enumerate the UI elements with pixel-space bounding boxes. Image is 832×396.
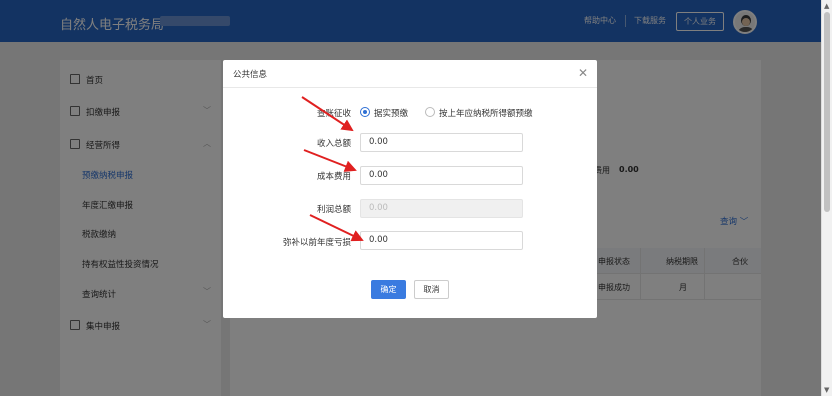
income-total-input[interactable]: 0.00 xyxy=(360,133,523,152)
cost-expense-input[interactable]: 0.00 xyxy=(360,166,523,185)
radio-actual-prepay-label[interactable]: 据实预缴 xyxy=(374,107,408,119)
scroll-up-icon[interactable]: ▲ xyxy=(824,2,829,10)
close-icon[interactable]: ✕ xyxy=(578,66,588,80)
loss-offset-label: 弥补以前年度亏损 xyxy=(282,238,351,248)
profit-total-label: 利润总额 xyxy=(316,205,351,215)
radio-last-year-prepay[interactable] xyxy=(425,107,435,117)
dialog-divider xyxy=(223,87,597,88)
scrollbar-thumb[interactable] xyxy=(824,12,830,212)
loss-offset-input[interactable]: 0.00 xyxy=(360,231,523,250)
income-total-label: 收入总额 xyxy=(316,139,351,149)
levy-method-label: 查账征收 xyxy=(316,109,351,119)
page-scrollbar[interactable]: ▲ ▼ xyxy=(821,0,832,396)
dialog-title: 公共信息 xyxy=(233,70,268,80)
confirm-button[interactable]: 确定 xyxy=(371,280,406,299)
cancel-button[interactable]: 取消 xyxy=(414,280,449,299)
cost-expense-label: 成本费用 xyxy=(316,172,351,182)
scroll-down-icon[interactable]: ▼ xyxy=(824,386,829,394)
radio-last-year-prepay-label[interactable]: 按上年应纳税所得额预缴 xyxy=(439,107,533,119)
profit-total-input: 0.00 xyxy=(360,199,523,218)
public-info-dialog: 公共信息 ✕ 查账征收 据实预缴 按上年应纳税所得额预缴 收入总额 0.00 成… xyxy=(223,60,597,318)
radio-actual-prepay[interactable] xyxy=(360,107,370,117)
